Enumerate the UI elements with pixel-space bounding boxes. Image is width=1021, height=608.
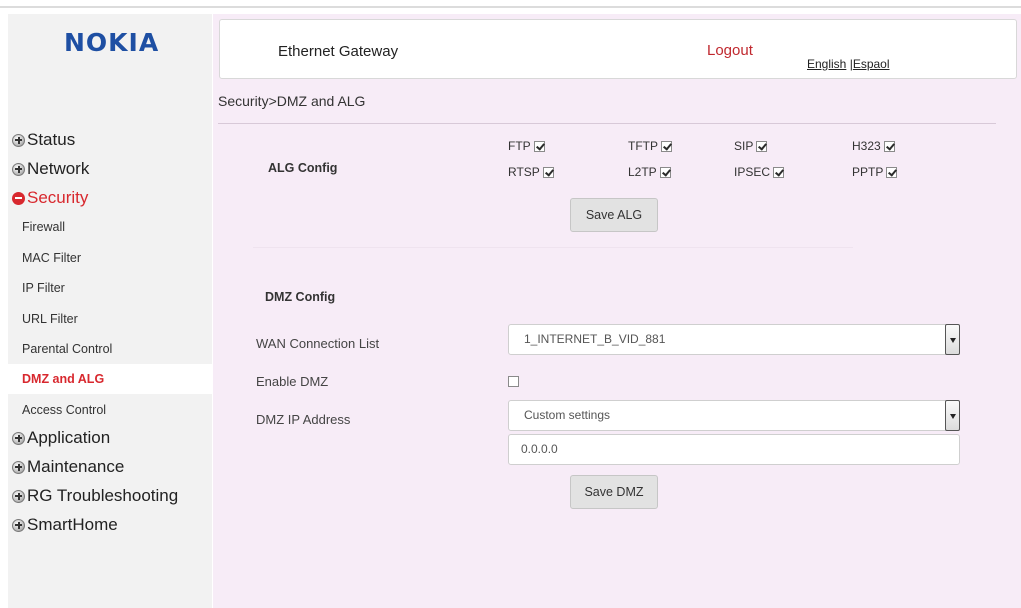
sidebar-item-access-control[interactable]: Access Control: [8, 395, 212, 425]
sidebar-item-parental-control[interactable]: Parental Control: [8, 334, 212, 364]
alg-h323-checkbox[interactable]: [883, 140, 895, 152]
alg-h323: H323: [852, 139, 895, 153]
nav-security[interactable]: Security: [12, 185, 88, 211]
enable-dmz-label: Enable DMZ: [256, 374, 329, 389]
section-divider: [253, 247, 853, 248]
save-alg-button[interactable]: Save ALG: [570, 198, 658, 232]
alg-rtsp-checkbox[interactable]: [542, 166, 554, 178]
expand-plus-icon: [12, 489, 25, 503]
nokia-logo: NOKIA: [64, 28, 160, 57]
sidebar-item-ip-filter[interactable]: IP Filter: [8, 273, 212, 303]
dmz-ip-address-input[interactable]: 0.0.0.0: [508, 434, 960, 465]
sidebar-item-url-filter[interactable]: URL Filter: [8, 304, 212, 334]
nav-network[interactable]: Network: [12, 156, 89, 182]
nav-rg-troubleshooting-label: RG Troubleshooting: [27, 486, 179, 505]
header-bar: Ethernet Gateway Logout English |Espaol: [219, 19, 1017, 79]
dmz-ip-mode-select[interactable]: Custom settings: [508, 400, 960, 431]
nav-application-label: Application: [27, 428, 111, 447]
nav-status[interactable]: Status: [12, 127, 75, 153]
expand-plus-icon: [12, 162, 25, 176]
alg-sip-label: SIP: [734, 139, 754, 153]
sidebar-item-mac-filter[interactable]: MAC Filter: [8, 243, 212, 273]
alg-ftp-label: FTP: [508, 139, 531, 153]
wan-connection-value: 1_INTERNET_B_VID_881: [524, 332, 666, 346]
alg-pptp-label: PPTP: [852, 165, 884, 179]
expand-plus-icon: [12, 133, 25, 147]
logout-link[interactable]: Logout: [707, 42, 753, 59]
alg-tftp-label: TFTP: [628, 139, 658, 153]
dmz-ip-mode-value: Custom settings: [524, 408, 611, 422]
dropdown-arrow-icon[interactable]: [945, 400, 960, 431]
top-border: [0, 6, 1021, 8]
alg-h323-label: H323: [852, 139, 881, 153]
sidebar-item-firewall[interactable]: Firewall: [8, 212, 212, 242]
nav-application[interactable]: Application: [12, 425, 110, 451]
language-switcher: English |Espaol: [807, 57, 890, 71]
expand-plus-icon: [12, 460, 25, 474]
alg-tftp-checkbox[interactable]: [661, 140, 672, 152]
alg-rtsp: RTSP: [508, 165, 554, 179]
expand-plus-icon: [12, 518, 25, 532]
alg-ftp: FTP: [508, 139, 545, 153]
nav-maintenance[interactable]: Maintenance: [12, 454, 124, 480]
nav-smarthome[interactable]: SmartHome: [12, 512, 118, 538]
alg-tftp: TFTP: [628, 139, 672, 153]
nav-rg-troubleshooting[interactable]: RG Troubleshooting: [12, 483, 178, 509]
alg-l2tp-label: L2TP: [628, 165, 657, 179]
enable-dmz-checkbox[interactable]: [508, 376, 519, 387]
dmz-config-title: DMZ Config: [265, 290, 336, 304]
nav-network-label: Network: [27, 159, 90, 178]
main-content: Ethernet Gateway Logout English |Espaol …: [213, 14, 1021, 608]
wan-connection-label: WAN Connection List: [256, 336, 380, 351]
alg-ipsec: IPSEC: [734, 165, 785, 179]
save-dmz-button[interactable]: Save DMZ: [570, 475, 658, 509]
wan-connection-select[interactable]: 1_INTERNET_B_VID_881: [508, 324, 960, 355]
alg-ipsec-label: IPSEC: [734, 165, 771, 179]
alg-ftp-checkbox[interactable]: [533, 140, 545, 152]
alg-pptp: PPTP: [852, 165, 898, 179]
alg-l2tp: L2TP: [628, 165, 671, 179]
collapse-minus-icon: [12, 191, 25, 205]
sidebar: NOKIA Status Network Security Firewall M…: [8, 14, 212, 608]
breadcrumb: Security>DMZ and ALG: [218, 93, 366, 109]
divider: [218, 123, 996, 124]
alg-config-title: ALG Config: [268, 161, 338, 175]
sidebar-item-dmz-and-alg[interactable]: DMZ and ALG: [8, 364, 212, 394]
dropdown-arrow-icon[interactable]: [945, 324, 960, 355]
alg-ipsec-checkbox[interactable]: [773, 166, 785, 178]
alg-l2tp-checkbox[interactable]: [659, 166, 671, 178]
expand-plus-icon: [12, 431, 25, 445]
dmz-ip-address-label: DMZ IP Address: [256, 412, 351, 427]
gateway-title: Ethernet Gateway: [278, 43, 399, 60]
alg-sip: SIP: [734, 139, 768, 153]
alg-pptp-checkbox[interactable]: [886, 166, 898, 178]
lang-spanish-link[interactable]: Espaol: [853, 57, 890, 71]
nav-security-label: Security: [27, 188, 89, 207]
lang-english-link[interactable]: English: [807, 57, 846, 71]
nav-maintenance-label: Maintenance: [27, 457, 125, 476]
alg-sip-checkbox[interactable]: [756, 140, 768, 152]
nav-status-label: Status: [27, 130, 76, 149]
nav-smarthome-label: SmartHome: [27, 515, 118, 534]
alg-rtsp-label: RTSP: [508, 165, 540, 179]
